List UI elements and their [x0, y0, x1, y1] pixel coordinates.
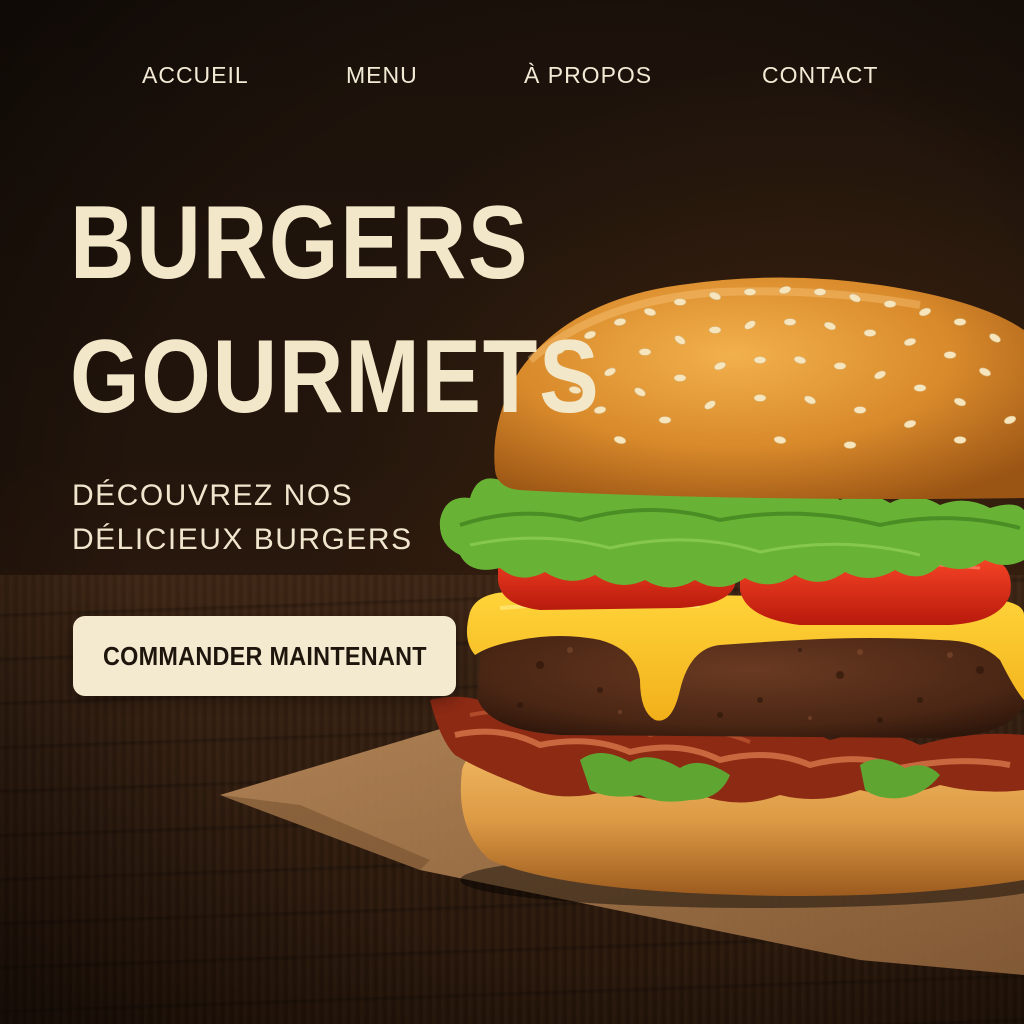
hero-title-line-1: BURGERS — [70, 185, 530, 301]
hero-subtitle: DÉCOUVREZ NOS DÉLICIEUX BURGERS — [72, 474, 413, 562]
order-now-button-label: COMMANDER MAINTENANT — [102, 640, 427, 671]
hero-subtitle-line-1: DÉCOUVREZ NOS — [72, 479, 354, 512]
hero-title: BURGERS GOURMETS — [70, 176, 601, 444]
landing-page: ACCUEIL MENU À PROPOS CONTACT BURGERS GO… — [0, 0, 1024, 1024]
hero-title-line-2: GOURMETS — [70, 319, 601, 435]
order-now-button[interactable]: COMMANDER MAINTENANT — [73, 616, 456, 696]
hero-subtitle-line-2: DÉLICIEUX BURGERS — [72, 523, 413, 556]
